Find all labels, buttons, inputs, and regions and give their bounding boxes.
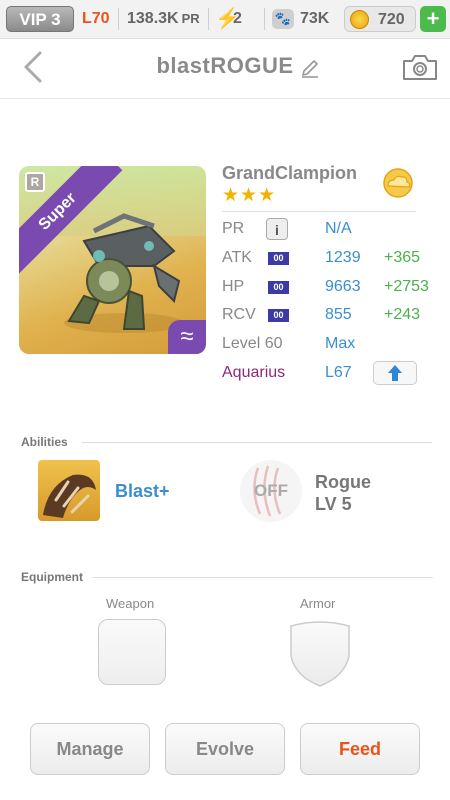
armor-slot[interactable] bbox=[287, 618, 353, 688]
secondary-ability-name: Rogue bbox=[315, 472, 371, 492]
feed-button[interactable]: Feed bbox=[300, 723, 420, 775]
stat-value: N/A bbox=[325, 220, 352, 237]
divider bbox=[93, 577, 433, 578]
manage-button[interactable]: Manage bbox=[30, 723, 150, 775]
armor-label: Armor bbox=[300, 596, 336, 611]
coins-count: 720 bbox=[378, 11, 405, 28]
divider bbox=[118, 8, 119, 30]
paw-icon: 🐾 bbox=[272, 9, 294, 29]
stat-value: 9663 bbox=[325, 278, 361, 295]
evolve-button[interactable]: Evolve bbox=[165, 723, 285, 775]
level-value: Max bbox=[325, 335, 356, 352]
coins-display[interactable]: 720 bbox=[344, 6, 416, 32]
stat-label: RCV bbox=[222, 306, 256, 323]
divider bbox=[208, 8, 209, 30]
monster-card-image[interactable]: Super R ≈ bbox=[19, 166, 206, 354]
primary-ability-name[interactable]: Blast+ bbox=[115, 481, 170, 502]
pencil-icon[interactable] bbox=[300, 58, 320, 78]
level-label: Level 60 bbox=[222, 335, 283, 352]
stat-badge: 00 bbox=[268, 281, 289, 294]
status-bar: VIP 3 L70 138.3K PR ⚡ 2 🐾 73K 720 + bbox=[0, 0, 450, 39]
stat-label: HP bbox=[222, 278, 245, 295]
rogue-ability-icon[interactable]: OFF bbox=[240, 460, 302, 522]
power-rating-value: 138.3K bbox=[127, 10, 179, 27]
stat-label: ATK bbox=[222, 249, 252, 266]
claw-icon bbox=[43, 474, 96, 518]
coin-icon bbox=[350, 10, 369, 29]
info-icon[interactable]: i bbox=[266, 218, 288, 240]
vip-badge[interactable]: VIP 3 bbox=[6, 6, 74, 32]
power-rating-unit: PR bbox=[181, 11, 200, 26]
divider bbox=[222, 211, 416, 212]
monster-illustration bbox=[64, 213, 184, 333]
stat-label: PR bbox=[222, 220, 245, 237]
weapon-label: Weapon bbox=[106, 596, 155, 611]
cloud-icon[interactable] bbox=[380, 168, 416, 198]
add-coins-button[interactable]: + bbox=[420, 6, 446, 32]
blast-ability-icon[interactable] bbox=[38, 460, 100, 521]
constellation-label: Aquarius bbox=[222, 364, 286, 381]
stat-value: 1239 bbox=[325, 249, 361, 266]
monster-name: GrandClampion bbox=[222, 163, 358, 183]
equipment-heading: Equipment bbox=[21, 570, 83, 584]
rarity-badge: R bbox=[25, 172, 45, 192]
stat-badge: 00 bbox=[268, 252, 289, 265]
upgrade-constellation-button[interactable] bbox=[373, 361, 417, 385]
water-element-icon: ≈ bbox=[168, 320, 206, 354]
stat-bonus: +243 bbox=[384, 306, 421, 323]
camera-icon[interactable] bbox=[402, 53, 438, 81]
constellation-level: L67 bbox=[325, 364, 352, 381]
header: blastROGUE bbox=[0, 38, 450, 99]
secondary-ability: Rogue LV 5 bbox=[315, 471, 371, 515]
plus-icon: + bbox=[426, 6, 440, 31]
abilities-heading: Abilities bbox=[21, 435, 68, 449]
stat-badge: 00 bbox=[268, 309, 289, 322]
power-rating: 138.3K PR bbox=[127, 9, 200, 29]
ability-status: OFF bbox=[254, 481, 288, 500]
energy-count: 2 bbox=[233, 10, 242, 27]
stat-bonus: +365 bbox=[384, 249, 421, 266]
secondary-ability-level: LV 5 bbox=[315, 494, 352, 514]
player-level: L70 bbox=[82, 10, 110, 27]
star-rating: ★★★ bbox=[222, 185, 277, 206]
page-title: blastROGUE bbox=[156, 53, 294, 78]
paw-count: 73K bbox=[300, 10, 330, 27]
divider bbox=[264, 8, 265, 30]
stat-value: 855 bbox=[325, 306, 352, 323]
weapon-slot[interactable] bbox=[98, 619, 166, 685]
stat-bonus: +2753 bbox=[384, 278, 429, 295]
arrow-up-icon bbox=[388, 365, 402, 381]
divider bbox=[82, 442, 432, 443]
